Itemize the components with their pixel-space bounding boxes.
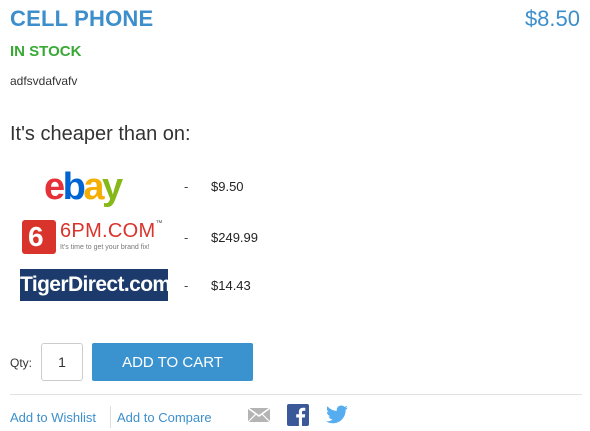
retailer-price-ebay: $9.50 <box>211 179 244 194</box>
6pm-logo-name: 6PM.COM™ <box>60 220 163 243</box>
stock-status: IN STOCK <box>10 43 82 60</box>
trademark-mark: ™ <box>155 220 163 227</box>
divider <box>10 394 582 395</box>
comparison-heading: It's cheaper than on: <box>10 123 191 145</box>
6pm-logo-six: 6 <box>28 221 44 252</box>
retailer-row-tigerdirect: TigerDirect.com - $14.43 <box>0 266 590 306</box>
ebay-logo-e: e <box>44 166 65 208</box>
retailer-price-tigerdirect: $14.43 <box>211 278 251 293</box>
ebay-logo-a: a <box>83 166 104 208</box>
link-separator <box>110 406 111 428</box>
add-to-cart-button[interactable]: ADD TO CART <box>92 343 253 381</box>
retailer-separator: - <box>184 230 189 245</box>
product-description: adfsvdafvafv <box>10 74 78 88</box>
6pm-logo: 6 6PM.COM™ It's time to get your brand f… <box>22 220 167 256</box>
ebay-logo-b: b <box>62 166 86 208</box>
add-to-compare-link[interactable]: Add to Compare <box>117 410 212 425</box>
retailer-separator: - <box>184 278 189 293</box>
6pm-logo-text: 6PM.COM <box>60 220 156 242</box>
retailer-separator: - <box>184 179 189 194</box>
add-to-wishlist-link[interactable]: Add to Wishlist <box>10 410 96 425</box>
quantity-input[interactable] <box>41 343 83 381</box>
retailer-price-6pm: $249.99 <box>211 230 258 245</box>
mail-icon[interactable] <box>247 404 271 431</box>
qty-label: Qty: <box>10 356 33 370</box>
ebay-logo: ebay <box>44 166 123 208</box>
product-price: $8.50 <box>524 6 580 31</box>
retailer-row-ebay: ebay - $9.50 <box>0 167 590 207</box>
facebook-icon[interactable] <box>287 404 309 431</box>
6pm-logo-mark: 6 <box>22 220 56 254</box>
twitter-icon[interactable] <box>325 404 349 431</box>
6pm-logo-tagline: It's time to get your brand fix! <box>60 244 150 251</box>
tigerdirect-logo: TigerDirect.com <box>20 269 171 301</box>
ebay-logo-y: y <box>102 166 123 208</box>
retailer-row-6pm: 6 6PM.COM™ It's time to get your brand f… <box>0 218 590 258</box>
product-title: CELL PHONE <box>10 6 154 31</box>
